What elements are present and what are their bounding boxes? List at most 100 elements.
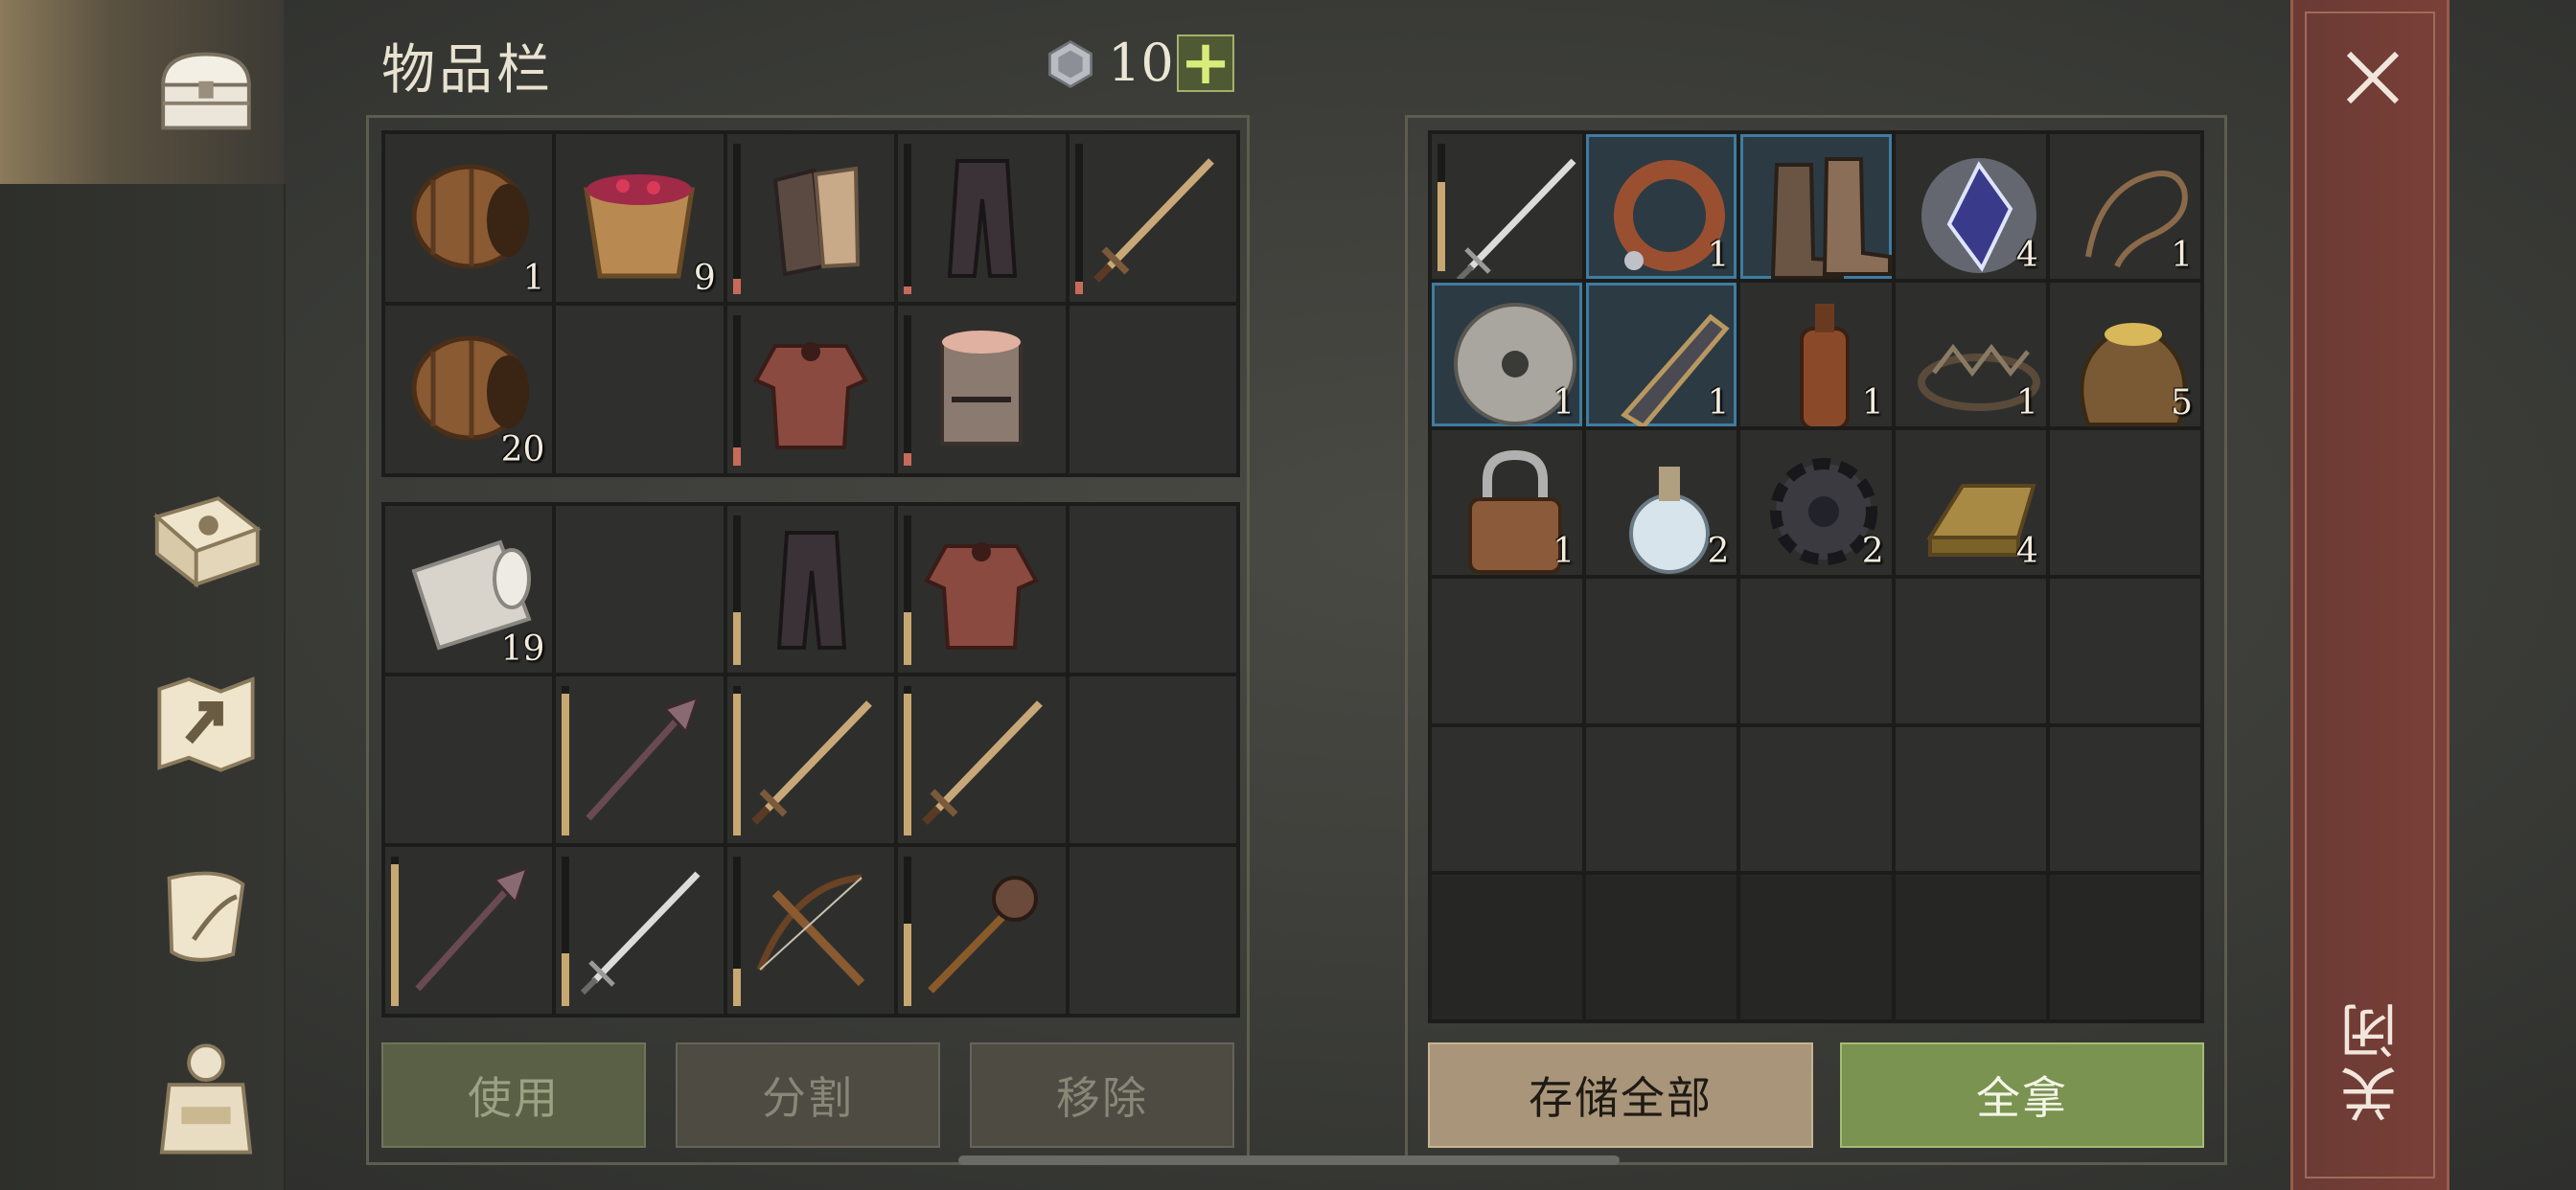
container-slot[interactable] — [1740, 726, 1892, 872]
helmet-icon — [940, 331, 1024, 446]
backpack-slot[interactable] — [726, 506, 895, 673]
backpack-slot[interactable] — [556, 847, 724, 1014]
backpack-slot[interactable] — [726, 676, 895, 843]
equipment-slot[interactable] — [556, 306, 724, 473]
durability-bar — [562, 857, 570, 1006]
scroll-icon[interactable] — [134, 843, 278, 987]
backpack-slot[interactable] — [1069, 847, 1236, 1014]
backpack-slot[interactable] — [556, 676, 724, 843]
equipment-slot[interactable]: 20 — [385, 306, 553, 473]
mace-icon — [415, 865, 530, 992]
equipment-slot[interactable]: 9 — [556, 134, 724, 302]
equipment-slot[interactable] — [1069, 134, 1236, 302]
container-slot[interactable] — [1432, 875, 1583, 1019]
container-slot[interactable] — [1895, 726, 2046, 872]
store-all-button[interactable]: 存储全部 — [1428, 1042, 1813, 1148]
durability-bar — [904, 686, 912, 835]
map-icon[interactable] — [134, 652, 278, 795]
container-slot[interactable]: 1 — [1895, 282, 2046, 427]
item-count: 4 — [2015, 235, 2038, 275]
backpack-icon[interactable] — [134, 1025, 278, 1169]
container-slot[interactable] — [1895, 875, 2046, 1019]
container-slot[interactable] — [2049, 430, 2200, 575]
container-slot[interactable]: 1 — [1432, 282, 1583, 427]
close-icon[interactable] — [2339, 44, 2406, 111]
sword-icon — [750, 700, 872, 825]
container-slot[interactable]: 1 — [1586, 134, 1737, 279]
container-slot[interactable] — [1586, 875, 1737, 1019]
container-slot[interactable] — [1432, 134, 1583, 279]
container-slot[interactable] — [2049, 726, 2200, 872]
container-slot[interactable] — [2049, 875, 2200, 1019]
item-count: 1 — [1707, 383, 1730, 423]
pants-icon — [948, 159, 1018, 278]
item-count: 1 — [1707, 235, 1730, 275]
container-slot[interactable]: 1 — [1740, 282, 1892, 427]
sun-book-icon[interactable] — [134, 469, 278, 613]
container-slot[interactable]: 5 — [2049, 282, 2200, 427]
chest-icon[interactable] — [134, 19, 278, 163]
container-slot[interactable]: 2 — [1740, 430, 1892, 575]
durability-bar — [732, 515, 741, 665]
durability-bar — [904, 315, 912, 466]
morningstar-icon — [928, 876, 1039, 994]
steel-sword-icon — [1456, 158, 1576, 279]
item-count: 1 — [1552, 532, 1576, 571]
equipment-slot[interactable] — [1069, 306, 1236, 473]
steel-sword-icon — [581, 871, 701, 995]
container-slot[interactable]: 1 — [1432, 430, 1583, 575]
container-slot[interactable] — [1432, 579, 1583, 723]
container-slot[interactable]: 1 — [1586, 282, 1737, 427]
backpack-slot[interactable] — [385, 847, 553, 1014]
backpack-slot[interactable] — [898, 847, 1066, 1014]
container-slot[interactable] — [1740, 579, 1892, 723]
container-slot[interactable] — [2049, 579, 2200, 723]
split-button[interactable]: 分割 — [676, 1042, 940, 1148]
take-all-button[interactable]: 全拿 — [1840, 1042, 2204, 1148]
inventory-equipment-grid: 1 9 20 — [381, 130, 1240, 477]
container-slot[interactable]: 2 — [1586, 430, 1737, 575]
equipment-slot[interactable] — [726, 134, 895, 302]
equipment-slot[interactable] — [898, 134, 1066, 302]
backpack-slot[interactable]: 19 — [385, 506, 553, 673]
backpack-slot[interactable] — [898, 676, 1066, 843]
pants-icon — [776, 531, 846, 650]
container-slot[interactable] — [1740, 875, 1892, 1019]
durability-bar — [732, 315, 741, 466]
durability-bar — [1074, 144, 1083, 294]
container-slot[interactable] — [1586, 579, 1737, 723]
backpack-slot[interactable] — [556, 506, 724, 673]
berry-bucket-icon — [584, 174, 696, 279]
equipment-slot[interactable] — [898, 306, 1066, 473]
container-slot[interactable] — [1586, 726, 1737, 872]
backpack-slot[interactable] — [898, 506, 1066, 673]
inventory-backpack-grid: 19 — [381, 502, 1240, 1018]
equipment-slot[interactable] — [726, 306, 895, 473]
backpack-slot[interactable] — [1069, 506, 1236, 673]
container-slot[interactable]: 1 — [2049, 134, 2200, 279]
container-slot[interactable] — [1432, 726, 1583, 872]
backpack-slot[interactable] — [726, 847, 895, 1014]
close-panel[interactable]: 关闭 — [2290, 0, 2450, 1190]
container-slot[interactable] — [1740, 134, 1892, 279]
container-slot[interactable] — [1895, 579, 2046, 723]
add-currency-button[interactable]: + — [1177, 33, 1234, 94]
durability-bar — [904, 857, 912, 1006]
item-count: 5 — [2171, 383, 2193, 423]
item-count: 1 — [2015, 383, 2038, 423]
barrel-icon — [411, 164, 529, 269]
backpack-slot[interactable] — [385, 676, 553, 843]
remove-button[interactable]: 移除 — [970, 1042, 1234, 1148]
horizontal-scrollbar[interactable] — [958, 1156, 1620, 1165]
equipment-slot[interactable]: 1 — [385, 134, 553, 302]
item-count: 20 — [500, 430, 545, 469]
chainmail-icon — [924, 542, 1039, 650]
container-slot[interactable]: 4 — [1895, 430, 2046, 575]
container-slot[interactable]: 4 — [1895, 134, 2046, 279]
container-grid: 1 4 1 1 1 1 1 5 1 2 2 4 — [1428, 130, 2204, 1023]
sword-icon — [922, 700, 1044, 825]
backpack-slot[interactable] — [1069, 676, 1236, 843]
durability-bar — [732, 144, 741, 294]
use-button[interactable]: 使用 — [381, 1042, 646, 1148]
boots-icon — [1771, 157, 1892, 279]
